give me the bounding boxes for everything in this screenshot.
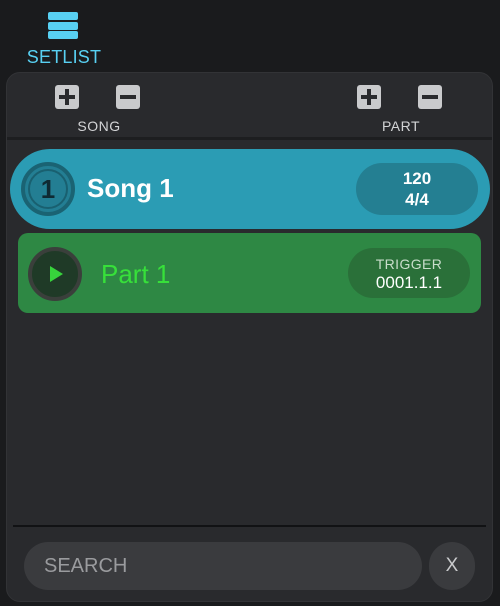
part-controls-label: PART bbox=[381, 118, 421, 134]
song-title: Song 1 bbox=[87, 173, 174, 203]
add-song-button[interactable] bbox=[55, 85, 79, 109]
trigger-label: TRIGGER bbox=[375, 256, 443, 272]
hamburger-menu-icon bbox=[48, 12, 78, 39]
part-controls: PART bbox=[351, 83, 451, 137]
song-tempo: 120 bbox=[402, 169, 432, 188]
part-row[interactable]: Part 1 TRIGGER 0001.1.1 bbox=[18, 233, 481, 313]
part-title: Part 1 bbox=[101, 259, 171, 289]
song-number-badge: 1 bbox=[21, 162, 75, 216]
song-controls-label: SONG bbox=[77, 118, 121, 134]
divider bbox=[7, 137, 492, 140]
song-row[interactable]: 1 Song 1 120 4/4 bbox=[10, 149, 490, 229]
song-time-signature: 4/4 bbox=[405, 190, 429, 209]
search-input[interactable] bbox=[24, 542, 422, 590]
setlist-panel: SONG PART 1 Song 1 120 4/4 Part 1 TRIGGE… bbox=[6, 72, 493, 602]
play-icon bbox=[50, 266, 63, 282]
song-tempo-meter[interactable]: 120 4/4 bbox=[356, 163, 478, 215]
remove-song-button[interactable] bbox=[116, 85, 140, 109]
play-part-button[interactable] bbox=[28, 247, 82, 301]
clear-search-button[interactable]: X bbox=[429, 542, 475, 590]
part-trigger[interactable]: TRIGGER 0001.1.1 bbox=[348, 248, 470, 298]
setlist-tab[interactable]: SETLIST bbox=[26, 8, 102, 68]
remove-part-button[interactable] bbox=[418, 85, 442, 109]
setlist-tab-label: SETLIST bbox=[26, 47, 102, 67]
minus-icon bbox=[422, 95, 438, 99]
add-part-button[interactable] bbox=[357, 85, 381, 109]
minus-icon bbox=[120, 95, 136, 99]
trigger-value: 0001.1.1 bbox=[375, 273, 443, 292]
song-controls: SONG bbox=[49, 83, 149, 137]
divider bbox=[13, 525, 486, 527]
